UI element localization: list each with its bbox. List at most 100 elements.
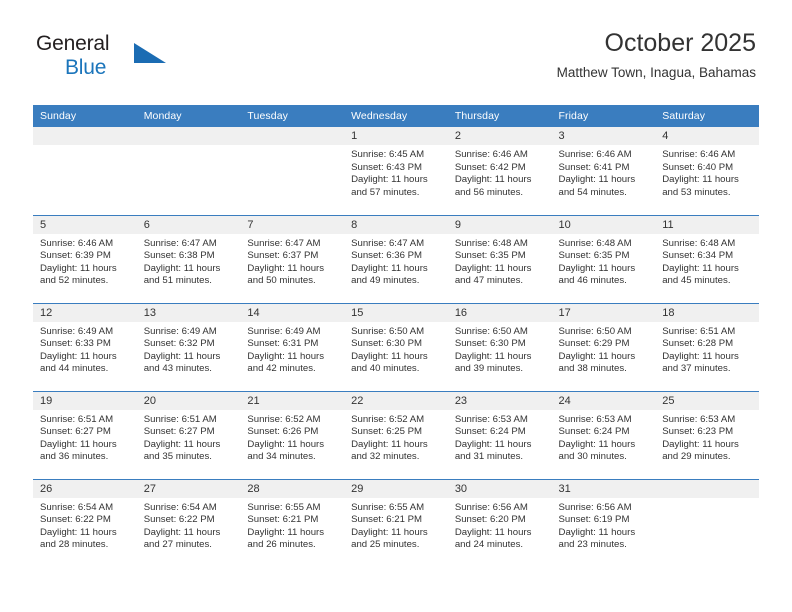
calendar-day-cell[interactable]: 13 Sunrise: 6:49 AM Sunset: 6:32 PM Dayligh… xyxy=(136,302,241,391)
day-number: 30 xyxy=(447,479,552,498)
column-header-wednesday: Wednesday xyxy=(344,105,448,127)
sunrise-text: Sunrise: 6:47 AM xyxy=(351,237,425,249)
daylight-text: Daylight: 11 hours and 42 minutes. xyxy=(247,350,325,375)
day-number: 17 xyxy=(551,303,656,322)
day-number xyxy=(33,127,137,145)
calendar-day-cell[interactable]: 8 Sunrise: 6:47 AM Sunset: 6:36 PM Daylight… xyxy=(344,214,448,303)
sunrise-text: Sunrise: 6:56 AM xyxy=(558,501,632,513)
calendar-page: General Blue October 2025 Matthew Town, … xyxy=(0,0,792,612)
day-number: 12 xyxy=(33,303,137,322)
calendar-day-cell[interactable]: 10 Sunrise: 6:48 AM Sunset: 6:35 PM Dayligh… xyxy=(551,214,656,303)
day-detail: Sunrise: 6:47 AM Sunset: 6:37 PM Daylight:… xyxy=(240,234,344,288)
day-number xyxy=(136,127,241,145)
sunrise-text: Sunrise: 6:49 AM xyxy=(143,325,217,337)
calendar-day-cell[interactable]: 22 Sunrise: 6:52 AM Sunset: 6:25 PM Dayligh… xyxy=(344,390,448,479)
title-block: October 2025 Matthew Town, Inagua, Baham… xyxy=(557,28,756,82)
daylight-text: Daylight: 11 hours and 52 minutes. xyxy=(40,262,117,287)
calendar-day-cell[interactable]: 27 Sunrise: 6:54 AM Sunset: 6:22 PM Dayligh… xyxy=(136,478,241,567)
calendar-day-cell[interactable]: 16 Sunrise: 6:50 AM Sunset: 6:30 PM Dayligh… xyxy=(447,302,552,391)
daylight-text: Daylight: 11 hours and 28 minutes. xyxy=(40,526,117,551)
sunset-text: Sunset: 6:42 PM xyxy=(454,161,526,173)
calendar-week-row: 12 Sunrise: 6:49 AM Sunset: 6:33 PM Dayligh… xyxy=(33,302,759,391)
calendar-day-cell[interactable]: 29 Sunrise: 6:55 AM Sunset: 6:21 PM Dayligh… xyxy=(344,478,448,567)
day-detail xyxy=(136,145,241,149)
day-detail: Sunrise: 6:50 AM Sunset: 6:30 PM Daylight:… xyxy=(448,322,552,376)
day-number: 25 xyxy=(655,391,759,410)
calendar-day-cell[interactable]: 26 Sunrise: 6:54 AM Sunset: 6:22 PM Dayligh… xyxy=(33,478,137,567)
calendar-day-cell[interactable]: 30 Sunrise: 6:56 AM Sunset: 6:20 PM Dayligh… xyxy=(447,478,552,567)
calendar-day-cell[interactable]: 23 Sunrise: 6:53 AM Sunset: 6:24 PM Dayligh… xyxy=(447,390,552,479)
calendar-day-cell[interactable]: 11 Sunrise: 6:48 AM Sunset: 6:34 PM Dayligh… xyxy=(655,214,759,303)
day-detail: Sunrise: 6:50 AM Sunset: 6:30 PM Daylight:… xyxy=(344,322,448,376)
sunrise-text: Sunrise: 6:48 AM xyxy=(454,237,528,249)
sunrise-text: Sunrise: 6:46 AM xyxy=(40,237,114,249)
calendar-day-cell[interactable]: 3 Sunrise: 6:46 AM Sunset: 6:41 PM Daylight… xyxy=(551,127,656,215)
day-detail: Sunrise: 6:46 AM Sunset: 6:41 PM Daylight:… xyxy=(552,145,656,199)
calendar-day-cell[interactable]: 6 Sunrise: 6:47 AM Sunset: 6:38 PM Daylight… xyxy=(136,214,241,303)
day-detail: Sunrise: 6:47 AM Sunset: 6:36 PM Daylight:… xyxy=(344,234,448,288)
day-detail: Sunrise: 6:51 AM Sunset: 6:27 PM Daylight:… xyxy=(137,410,241,464)
calendar-day-cell[interactable]: 25 Sunrise: 6:53 AM Sunset: 6:23 PM Dayligh… xyxy=(655,390,759,479)
column-header-monday: Monday xyxy=(136,105,241,127)
calendar-day-cell[interactable]: 2 Sunrise: 6:46 AM Sunset: 6:42 PM Daylight… xyxy=(447,127,552,215)
day-number: 6 xyxy=(136,215,241,234)
day-detail: Sunrise: 6:55 AM Sunset: 6:21 PM Daylight:… xyxy=(240,498,344,552)
day-number: 26 xyxy=(33,479,137,498)
day-number: 28 xyxy=(240,479,345,498)
daylight-text: Daylight: 11 hours and 27 minutes. xyxy=(143,526,221,551)
calendar-day-cell[interactable]: 15 Sunrise: 6:50 AM Sunset: 6:30 PM Dayligh… xyxy=(344,302,448,391)
calendar-day-cell[interactable]: 21 Sunrise: 6:52 AM Sunset: 6:26 PM Dayligh… xyxy=(240,390,345,479)
calendar-day-cell[interactable]: 28 Sunrise: 6:55 AM Sunset: 6:21 PM Dayligh… xyxy=(240,478,345,567)
calendar-day-cell[interactable]: 7 Sunrise: 6:47 AM Sunset: 6:37 PM Daylight… xyxy=(240,214,345,303)
calendar-day-cell[interactable]: 5 Sunrise: 6:46 AM Sunset: 6:39 PM Daylight… xyxy=(33,214,137,303)
calendar-day-cell[interactable]: 17 Sunrise: 6:50 AM Sunset: 6:29 PM Dayligh… xyxy=(551,302,656,391)
sunset-text: Sunset: 6:22 PM xyxy=(40,514,111,526)
day-detail: Sunrise: 6:50 AM Sunset: 6:29 PM Daylight:… xyxy=(552,322,656,376)
calendar-day-cell[interactable]: 14 Sunrise: 6:49 AM Sunset: 6:31 PM Dayligh… xyxy=(240,302,345,391)
calendar-day-cell[interactable]: 31 Sunrise: 6:56 AM Sunset: 6:19 PM Dayligh… xyxy=(551,478,656,567)
general-blue-logo[interactable]: General Blue xyxy=(36,33,246,81)
sunrise-text: Sunrise: 6:47 AM xyxy=(143,237,217,249)
sunset-text: Sunset: 6:28 PM xyxy=(662,338,734,350)
calendar-day-cell[interactable]: 24 Sunrise: 6:53 AM Sunset: 6:24 PM Dayligh… xyxy=(551,390,656,479)
day-number: 23 xyxy=(447,391,552,410)
page-title: October 2025 xyxy=(604,29,757,57)
daylight-text: Daylight: 11 hours and 39 minutes. xyxy=(454,350,532,375)
sunset-text: Sunset: 6:26 PM xyxy=(247,426,319,438)
daylight-text: Daylight: 11 hours and 44 minutes. xyxy=(40,350,117,375)
calendar-day-cell[interactable]: 9 Sunrise: 6:48 AM Sunset: 6:35 PM Daylight… xyxy=(447,214,552,303)
calendar-day-cell[interactable]: 20 Sunrise: 6:51 AM Sunset: 6:27 PM Dayligh… xyxy=(136,390,241,479)
sunrise-text: Sunrise: 6:49 AM xyxy=(40,325,114,337)
day-number: 2 xyxy=(447,127,552,145)
daylight-text: Daylight: 11 hours and 49 minutes. xyxy=(351,262,428,287)
day-detail: Sunrise: 6:46 AM Sunset: 6:39 PM Daylight:… xyxy=(33,234,137,288)
sunrise-text: Sunrise: 6:53 AM xyxy=(662,413,736,425)
sunset-text: Sunset: 6:43 PM xyxy=(351,161,423,173)
sunset-text: Sunset: 6:19 PM xyxy=(558,514,630,526)
calendar-day-cell[interactable]: 1 Sunrise: 6:45 AM Sunset: 6:43 PM Daylight… xyxy=(344,127,448,215)
sunrise-text: Sunrise: 6:49 AM xyxy=(247,325,321,337)
day-number: 29 xyxy=(344,479,448,498)
day-number: 8 xyxy=(344,215,448,234)
sunset-text: Sunset: 6:23 PM xyxy=(662,426,734,438)
calendar-day-cell[interactable]: 4 Sunrise: 6:46 AM Sunset: 6:40 PM Daylight… xyxy=(655,127,759,215)
daylight-text: Daylight: 11 hours and 45 minutes. xyxy=(662,262,739,287)
day-detail xyxy=(33,145,137,149)
sunrise-text: Sunrise: 6:48 AM xyxy=(558,237,632,249)
sunrise-text: Sunrise: 6:52 AM xyxy=(247,413,321,425)
day-detail: Sunrise: 6:53 AM Sunset: 6:24 PM Daylight:… xyxy=(448,410,552,464)
column-header-saturday: Saturday xyxy=(655,105,759,127)
day-detail: Sunrise: 6:48 AM Sunset: 6:35 PM Daylight:… xyxy=(552,234,656,288)
column-header-friday: Friday xyxy=(551,105,656,127)
calendar-day-cell[interactable]: 12 Sunrise: 6:49 AM Sunset: 6:33 PM Dayligh… xyxy=(33,302,137,391)
sunset-text: Sunset: 6:25 PM xyxy=(351,426,423,438)
day-detail: Sunrise: 6:56 AM Sunset: 6:19 PM Daylight:… xyxy=(552,498,656,552)
sunset-text: Sunset: 6:30 PM xyxy=(351,338,423,350)
page-header: General Blue October 2025 Matthew Town, … xyxy=(0,0,792,80)
calendar-week-row: 26 Sunrise: 6:54 AM Sunset: 6:22 PM Dayligh… xyxy=(33,478,759,567)
day-detail: Sunrise: 6:47 AM Sunset: 6:38 PM Daylight:… xyxy=(137,234,241,288)
calendar-day-cell[interactable]: 18 Sunrise: 6:51 AM Sunset: 6:28 PM Dayligh… xyxy=(655,302,759,391)
day-detail xyxy=(655,497,759,502)
calendar-day-cell[interactable]: 19 Sunrise: 6:51 AM Sunset: 6:27 PM Dayligh… xyxy=(33,390,137,479)
day-detail: Sunrise: 6:49 AM Sunset: 6:31 PM Daylight:… xyxy=(240,322,344,376)
